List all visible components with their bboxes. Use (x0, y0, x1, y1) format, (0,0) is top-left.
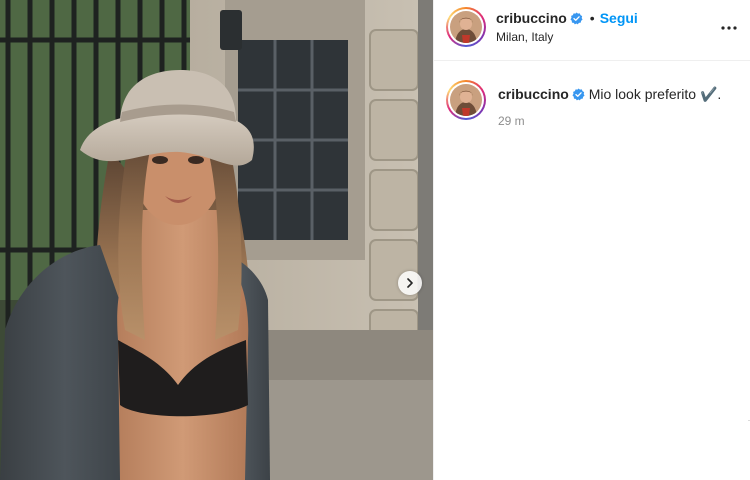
more-options-button[interactable] (717, 16, 741, 40)
location-link[interactable]: Milan, Italy (496, 30, 553, 44)
post-media[interactable] (0, 0, 433, 480)
more-horizontal-icon (721, 26, 737, 30)
instagram-post: cribuccino • Segui Milan, Italy cribucci… (0, 0, 750, 480)
header-separator: • (589, 10, 595, 26)
caption-message: Mio look preferito ✔️. (588, 86, 722, 102)
verified-badge-icon (572, 88, 585, 101)
caption-username[interactable]: cribuccino (498, 86, 569, 102)
next-slide-button[interactable] (398, 271, 422, 295)
caption-avatar[interactable] (446, 80, 486, 120)
header-username[interactable]: cribuccino (496, 10, 567, 26)
post-timestamp[interactable]: 29 m (498, 114, 525, 128)
post-photo (0, 0, 433, 480)
verified-badge-icon (570, 11, 583, 24)
avatar-icon (450, 11, 482, 43)
header-title-row: cribuccino • Segui (496, 10, 638, 26)
avatar-icon (450, 84, 482, 116)
caption-text: cribuccino Mio look preferito ✔️. (498, 85, 743, 103)
chevron-right-icon (407, 278, 413, 288)
post-header: cribuccino • Segui Milan, Italy (434, 0, 750, 61)
follow-button[interactable]: Segui (600, 10, 638, 26)
header-avatar[interactable] (446, 7, 486, 47)
post-side-panel: cribuccino • Segui Milan, Italy cribucci… (433, 0, 750, 480)
